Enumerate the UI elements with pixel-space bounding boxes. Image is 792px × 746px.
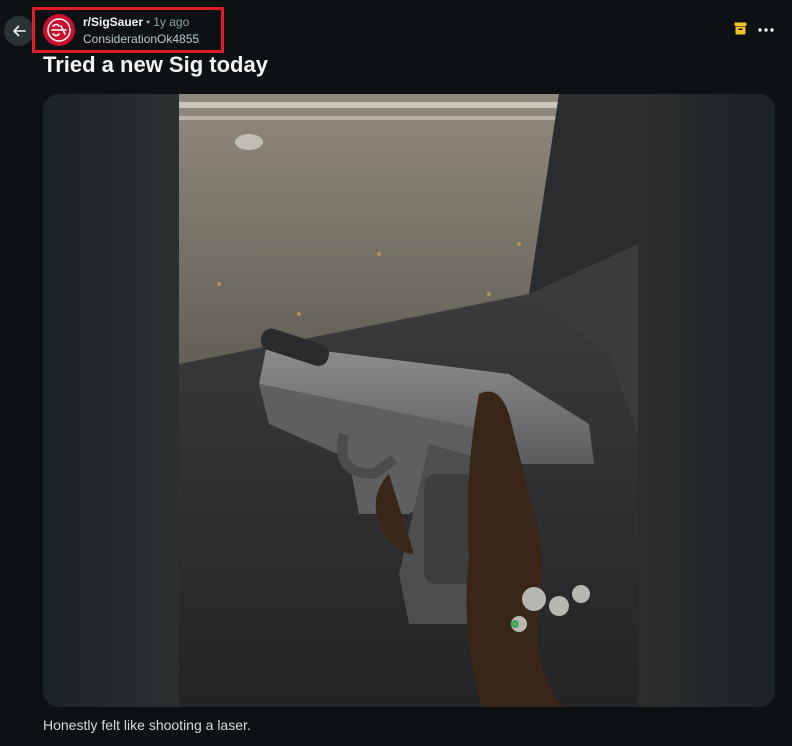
post-age: 1y ago bbox=[153, 15, 190, 29]
arrow-left-icon bbox=[13, 25, 26, 37]
media-blur-right bbox=[639, 94, 775, 707]
media-blur-left bbox=[43, 94, 179, 707]
author-link[interactable]: ConsiderationOk4855 bbox=[83, 32, 199, 46]
sig-logo-icon bbox=[44, 15, 74, 45]
archive-icon bbox=[734, 22, 747, 35]
pistol-photo bbox=[179, 94, 638, 707]
post-meta: r/SigSauer • 1y ago bbox=[83, 15, 189, 29]
more-horizontal-icon bbox=[758, 28, 774, 32]
back-button[interactable] bbox=[4, 16, 34, 46]
meta-separator: • bbox=[146, 15, 151, 29]
subreddit-link[interactable]: r/SigSauer bbox=[83, 15, 143, 29]
post-media[interactable] bbox=[43, 94, 775, 707]
post-title: Tried a new Sig today bbox=[43, 52, 268, 77]
more-options-button[interactable] bbox=[752, 16, 780, 44]
post-body: Honestly felt like shooting a laser. bbox=[43, 717, 251, 733]
subreddit-avatar[interactable] bbox=[43, 14, 75, 46]
